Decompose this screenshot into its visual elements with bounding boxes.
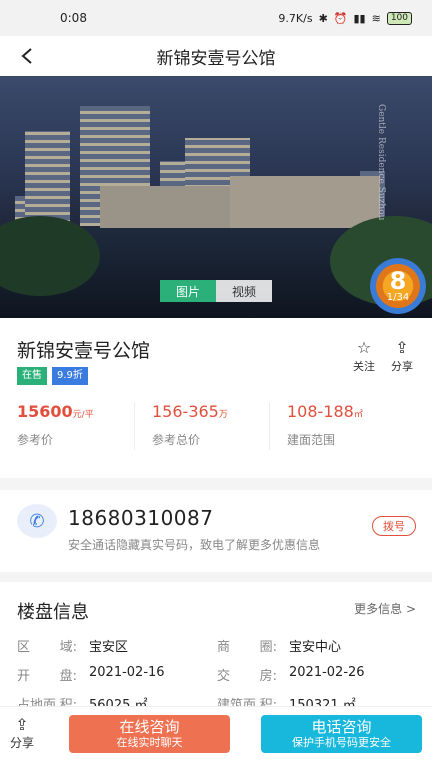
- detail-row: 开盘: 2021-02-16 交房: 2021-02-26: [17, 665, 417, 684]
- detail-key: 商圈:: [217, 640, 277, 655]
- property-details: 楼盘信息 更多信息 > 区域: 宝安区 商圈: 宝安中心 开盘: 2021-02…: [0, 582, 432, 713]
- network-speed: 9.7K/s: [278, 11, 313, 25]
- phone-description: 安全通话隐藏真实号码，致电了解更多优惠信息: [68, 538, 321, 552]
- detail-value: 宝安区: [89, 640, 129, 655]
- phone-card: ✆ 18680310087 安全通话隐藏真实号码，致电了解更多优惠信息 拨号: [0, 490, 432, 572]
- bottom-share-label: 分享: [10, 736, 35, 750]
- hero-image[interactable]: Gentle Residence Suzhou 图片 视频 8 1/34: [0, 76, 432, 318]
- stat-value: 15600: [17, 402, 73, 421]
- project-actions: ☆ 关注 ⇪ 分享: [350, 338, 416, 374]
- dial-button[interactable]: 拨号: [372, 516, 416, 536]
- detail-cell: 开盘: 2021-02-16: [17, 665, 217, 684]
- alarm-icon: ⏰: [333, 11, 348, 25]
- project-tags: 在售 9.9折: [17, 367, 88, 385]
- photo-count-big: 8: [389, 266, 407, 295]
- share-label: 分享: [391, 360, 413, 373]
- signal-icon: ▮▮: [353, 11, 366, 25]
- wifi-icon: ≋: [371, 11, 381, 25]
- detail-cell: 区域: 宝安区: [17, 636, 217, 655]
- stat-label: 建面范围: [287, 433, 336, 447]
- stat-label: 参考总价: [152, 433, 201, 447]
- stat-unit: 元/平: [72, 410, 94, 420]
- share-icon: ⇪: [395, 338, 409, 357]
- bluetooth-icon: ✱: [318, 11, 328, 25]
- bottom-bar: ⇪ 分享 在线咨询 在线实时聊天 电话咨询 保护手机号码更安全: [0, 706, 432, 768]
- tab-videos[interactable]: 视频: [216, 280, 272, 302]
- stat-reference-price: 15600元/平 参考价: [0, 402, 135, 450]
- back-button[interactable]: [14, 43, 40, 69]
- status-icons: 9.7K/s ✱ ⏰ ▮▮ ≋ 100: [278, 11, 412, 25]
- online-consult-sublabel: 在线实时聊天: [116, 736, 183, 749]
- detail-value: 2021-02-26: [289, 665, 365, 680]
- detail-value: 宝安中心: [289, 640, 342, 655]
- stat-total-price: 156-365万 参考总价: [135, 402, 270, 450]
- status-badge: 在售: [17, 367, 47, 385]
- status-bar: 0:08 9.7K/s ✱ ⏰ ▮▮ ≋ 100: [0, 0, 432, 36]
- detail-cell: 交房: 2021-02-26: [217, 665, 417, 684]
- stat-area-range: 108-188㎡ 建面范围: [270, 402, 405, 450]
- detail-key: 交房:: [217, 669, 277, 684]
- online-consult-button[interactable]: 在线咨询 在线实时聊天: [69, 715, 230, 753]
- hero-watermark: Gentle Residence Suzhou: [376, 104, 386, 221]
- stat-unit: 万: [218, 410, 228, 420]
- phone-icon: ✆: [17, 504, 57, 538]
- price-stats: 15600元/平 参考价 156-365万 参考总价 108-188㎡ 建面范围: [0, 402, 432, 450]
- stat-value: 156-365: [152, 402, 219, 421]
- phone-consult-label: 电话咨询: [311, 718, 372, 736]
- detail-key: 开盘:: [17, 669, 77, 684]
- phone-number: 18680310087: [68, 506, 214, 530]
- top-bar: 新锦安壹号公馆: [0, 36, 432, 76]
- stat-label: 参考价: [17, 433, 54, 447]
- detail-row: 区域: 宝安区 商圈: 宝安中心: [17, 636, 417, 655]
- details-title: 楼盘信息: [17, 602, 89, 623]
- share-icon: ⇪: [15, 715, 29, 734]
- tab-photos[interactable]: 图片: [160, 280, 216, 302]
- follow-label: 关注: [353, 360, 375, 373]
- bottom-share-button[interactable]: ⇪ 分享: [10, 715, 34, 751]
- detail-key: 区域:: [17, 640, 77, 655]
- online-consult-label: 在线咨询: [119, 718, 180, 736]
- follow-button[interactable]: ☆ 关注: [350, 338, 378, 374]
- photo-count-badge: 8 1/34: [370, 258, 426, 314]
- discount-badge: 9.9折: [52, 367, 88, 385]
- photo-count-index: 1/34: [386, 291, 410, 303]
- battery-icon: 100: [386, 11, 412, 25]
- project-info-card: 新锦安壹号公馆 在售 9.9折 ☆ 关注 ⇪ 分享 15600元/平 参考价 1…: [0, 318, 432, 478]
- more-info-link[interactable]: 更多信息 >: [354, 600, 416, 617]
- phone-consult-sublabel: 保护手机号码更安全: [292, 736, 391, 749]
- stat-value: 108-188: [287, 402, 354, 421]
- project-name: 新锦安壹号公馆: [17, 340, 151, 362]
- share-button[interactable]: ⇪ 分享: [388, 338, 416, 374]
- detail-value: 2021-02-16: [89, 665, 165, 680]
- page-title: 新锦安壹号公馆: [156, 48, 276, 69]
- phone-consult-button[interactable]: 电话咨询 保护手机号码更安全: [261, 715, 422, 753]
- stat-unit: ㎡: [353, 410, 363, 420]
- status-time: 0:08: [60, 11, 87, 25]
- detail-cell: 商圈: 宝安中心: [217, 636, 417, 655]
- media-tabs: 图片 视频: [160, 280, 272, 302]
- star-icon: ☆: [356, 338, 372, 357]
- chevron-left-icon: [21, 48, 32, 64]
